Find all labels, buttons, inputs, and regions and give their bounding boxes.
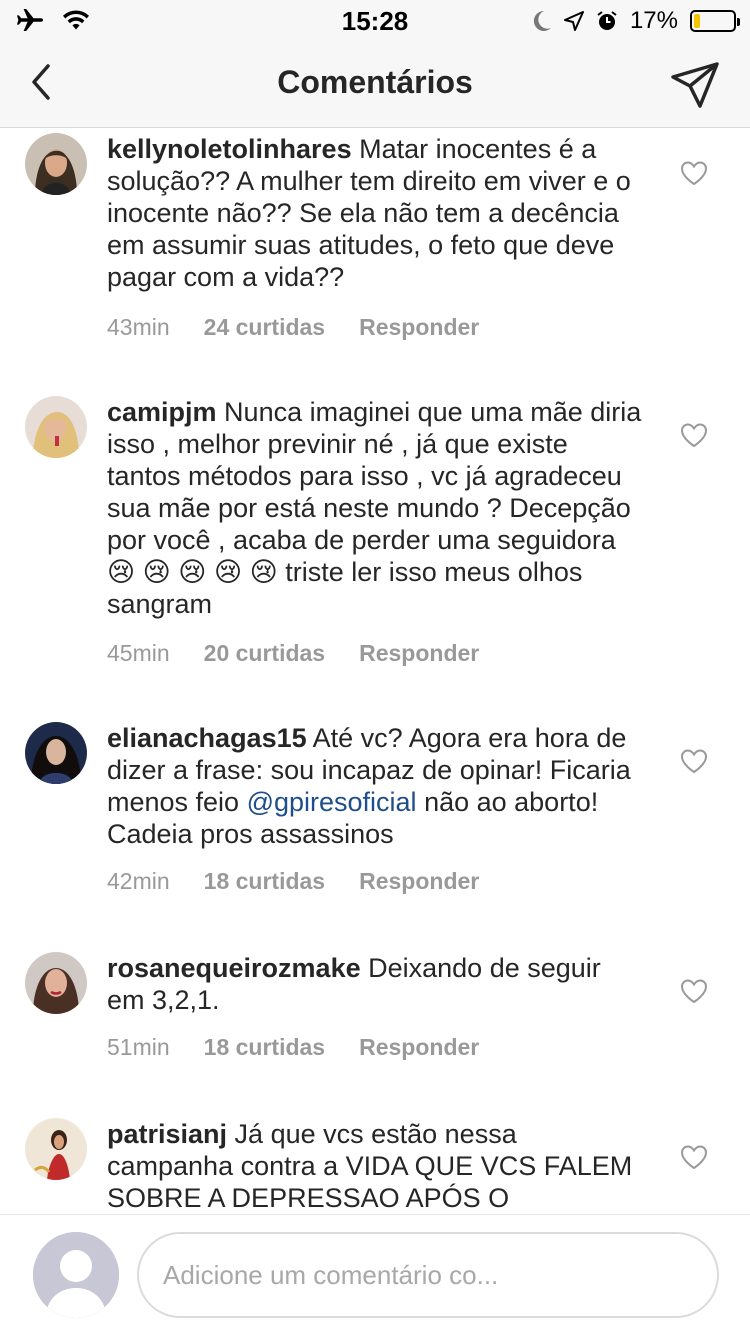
avatar[interactable] <box>25 133 87 195</box>
comment-likes[interactable]: 18 curtidas <box>204 1034 325 1061</box>
avatar[interactable] <box>25 1118 87 1180</box>
comment-username[interactable]: elianachagas15 <box>107 723 307 753</box>
comment-username[interactable]: kellynoletolinhares <box>107 134 352 164</box>
comment-likes[interactable]: 24 curtidas <box>204 314 325 341</box>
reply-button[interactable]: Responder <box>359 1034 479 1061</box>
heart-icon[interactable] <box>680 160 708 186</box>
heart-icon[interactable] <box>680 748 708 774</box>
comment-username[interactable]: camipjm <box>107 397 217 427</box>
avatar <box>33 1232 119 1318</box>
comment-meta: 45min 20 curtidas Responder <box>107 640 479 667</box>
avatar[interactable] <box>25 396 87 458</box>
avatar[interactable] <box>25 722 87 784</box>
comment-meta: 42min 18 curtidas Responder <box>107 868 479 895</box>
comment-body: Nunca imaginei que uma mãe diria isso , … <box>107 397 642 619</box>
status-right: 17% <box>532 7 740 35</box>
battery-percent: 17% <box>629 7 678 34</box>
heart-icon[interactable] <box>680 422 708 448</box>
moon-icon <box>533 10 551 31</box>
comments-list: kellynoletolinhares Matar inocentes é a … <box>0 129 750 1214</box>
comment-likes[interactable]: 18 curtidas <box>204 868 325 895</box>
heart-icon[interactable] <box>680 978 708 1004</box>
comment-time: 51min <box>107 1034 170 1060</box>
send-icon[interactable] <box>670 60 720 110</box>
comment-time: 42min <box>107 868 170 894</box>
alarm-icon <box>597 11 617 30</box>
comment-text: elianachagas15 Até vc? Agora era hora de… <box>107 722 642 850</box>
comment-meta: 51min 18 curtidas Responder <box>107 1034 479 1061</box>
comment-time: 43min <box>107 314 170 340</box>
comment-text: patrisianj Já que vcs estão nessa campan… <box>107 1118 642 1214</box>
comment-meta: 43min 24 curtidas Responder <box>107 314 479 341</box>
comment-composer <box>0 1214 750 1334</box>
comment-likes[interactable]: 20 curtidas <box>204 640 325 667</box>
comment-text: rosanequeirozmake Deixando de seguir em … <box>107 952 642 1016</box>
avatar[interactable] <box>25 952 87 1014</box>
comment-time: 45min <box>107 640 170 666</box>
mention-link[interactable]: @gpiresoficial <box>247 787 417 817</box>
status-bar: 15:28 17% <box>0 0 750 40</box>
location-icon <box>563 11 584 31</box>
comment-input[interactable] <box>137 1232 719 1318</box>
comment-username[interactable]: patrisianj <box>107 1119 227 1149</box>
nav-bar: Comentários <box>0 40 750 128</box>
comment-text: kellynoletolinhares Matar inocentes é a … <box>107 133 642 293</box>
page-title: Comentários <box>277 64 473 100</box>
reply-button[interactable]: Responder <box>359 640 479 667</box>
battery-icon <box>690 10 740 32</box>
comment-username[interactable]: rosanequeirozmake <box>107 953 361 983</box>
heart-icon[interactable] <box>680 1144 708 1170</box>
battery-fill <box>694 14 700 28</box>
reply-button[interactable]: Responder <box>359 868 479 895</box>
comment-text: camipjm Nunca imaginei que uma mãe diria… <box>107 396 642 620</box>
default-avatar-icon <box>33 1232 119 1318</box>
reply-button[interactable]: Responder <box>359 314 479 341</box>
